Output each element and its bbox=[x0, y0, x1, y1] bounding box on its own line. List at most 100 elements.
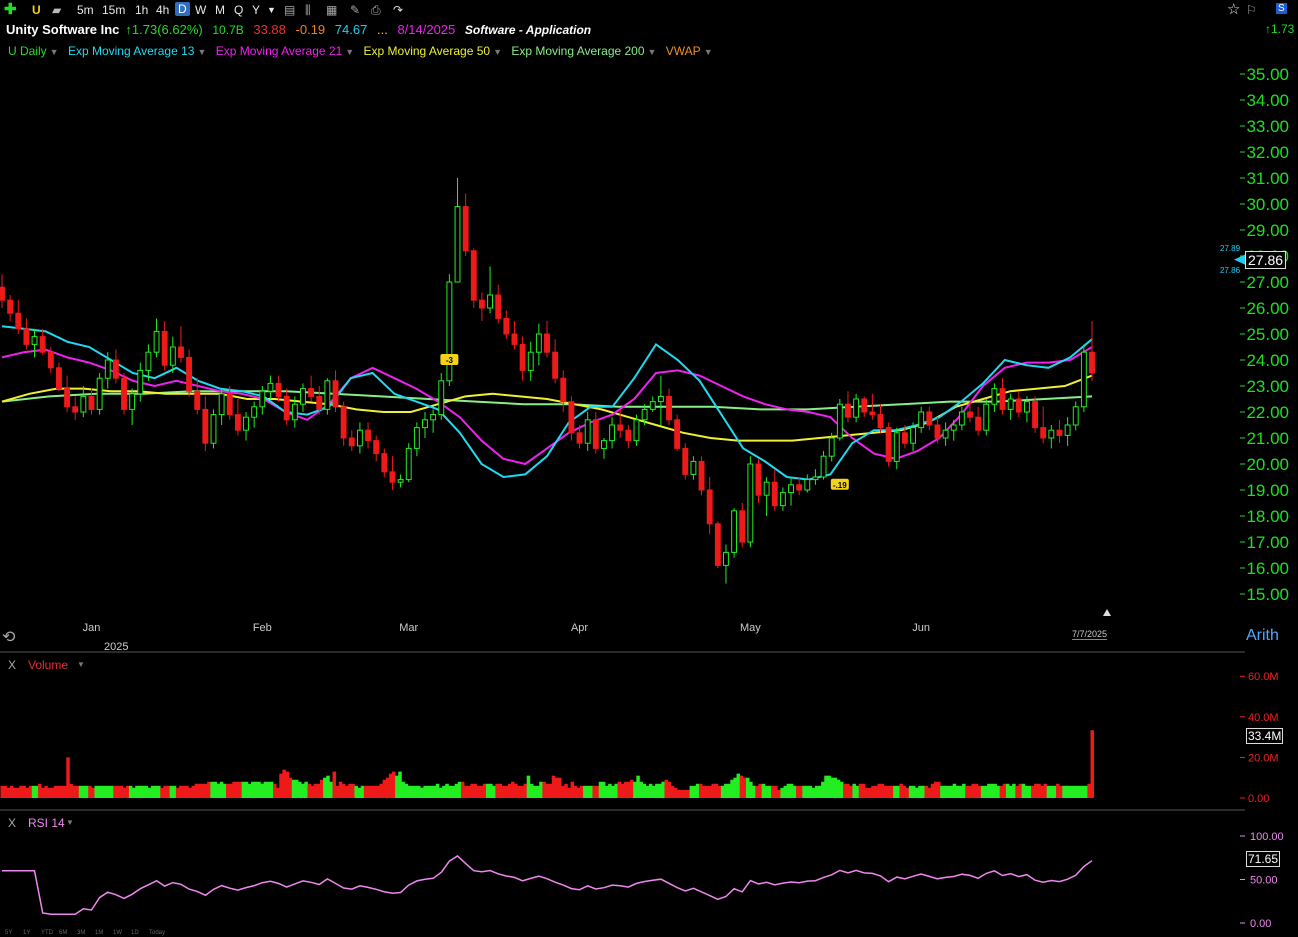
volume-bar bbox=[673, 787, 678, 798]
volume-bar bbox=[1040, 785, 1044, 798]
volume-bar bbox=[85, 785, 89, 798]
bottom-tf-ytd[interactable]: YTD bbox=[41, 930, 53, 936]
candle-body bbox=[316, 395, 323, 410]
candle-body bbox=[1056, 429, 1063, 436]
volume-bar bbox=[667, 781, 672, 798]
bottom-tf-6m[interactable]: 6M bbox=[59, 930, 67, 936]
candle-body bbox=[462, 206, 469, 252]
candle-body bbox=[137, 369, 144, 395]
candle-body bbox=[324, 380, 331, 410]
volume-close[interactable]: X bbox=[8, 658, 16, 672]
volume-bar bbox=[1084, 785, 1088, 798]
volume-bar bbox=[132, 787, 136, 798]
candle-body bbox=[64, 388, 71, 408]
volume-bar bbox=[226, 783, 230, 798]
candle-body bbox=[625, 429, 632, 442]
candle-body bbox=[7, 299, 14, 314]
volume-bar bbox=[492, 785, 496, 798]
candle-body bbox=[267, 382, 274, 392]
candle-body bbox=[243, 416, 249, 431]
chart-canvas[interactable]: 35.0034.0033.0032.0031.0030.0029.0028.00… bbox=[0, 0, 1298, 937]
volume-bar bbox=[792, 785, 797, 798]
bottom-tf-3m[interactable]: 3M bbox=[77, 930, 85, 936]
volume-bar bbox=[25, 787, 30, 798]
chevron-down-icon[interactable]: ▼ bbox=[66, 818, 74, 827]
volume-bar bbox=[830, 777, 835, 798]
volume-bar bbox=[670, 785, 675, 798]
volume-bar bbox=[677, 789, 681, 798]
candle-body bbox=[470, 250, 477, 301]
candle-body bbox=[308, 388, 315, 397]
month-label: Jan bbox=[83, 622, 101, 634]
candle-body bbox=[527, 351, 534, 371]
volume-bar bbox=[238, 781, 243, 798]
bottom-tf-1d[interactable]: 1D bbox=[131, 930, 139, 936]
price-tick-label: 17.00 bbox=[1246, 533, 1289, 552]
volume-bar bbox=[927, 787, 932, 798]
volume-bar bbox=[987, 783, 991, 798]
candle-body bbox=[275, 382, 282, 397]
candle-body bbox=[210, 414, 217, 444]
bottom-tf-today[interactable]: Today bbox=[149, 930, 165, 936]
chevron-down-icon[interactable]: ▼ bbox=[77, 660, 85, 669]
rsi-close[interactable]: X bbox=[8, 816, 16, 830]
candle-body bbox=[405, 447, 412, 481]
volume-bar bbox=[1018, 783, 1022, 798]
refresh-icon[interactable]: ⟲ bbox=[2, 627, 15, 647]
candle-body bbox=[121, 377, 127, 410]
volume-bar bbox=[1065, 785, 1069, 798]
bottom-tf-1w[interactable]: 1W bbox=[113, 930, 122, 936]
rsi-title[interactable]: RSI 14 bbox=[28, 816, 65, 830]
volume-bar bbox=[1034, 783, 1038, 798]
volume-bar bbox=[294, 779, 299, 798]
bottom-tf-1y[interactable]: 1Y bbox=[23, 930, 30, 936]
volume-bar bbox=[319, 779, 324, 798]
candle-body bbox=[186, 356, 193, 392]
volume-bar bbox=[843, 783, 847, 798]
volume-bar bbox=[645, 785, 650, 798]
candle-body bbox=[251, 406, 258, 418]
candle-body bbox=[845, 403, 851, 418]
candle-body bbox=[657, 395, 664, 403]
volume-bar bbox=[940, 785, 944, 798]
price-tick-label: 32.00 bbox=[1246, 143, 1289, 162]
price-tick-label: 35.00 bbox=[1246, 65, 1289, 84]
volume-bar bbox=[94, 785, 98, 798]
volume-bar bbox=[655, 783, 659, 798]
volume-title[interactable]: Volume bbox=[28, 658, 68, 672]
candle-body bbox=[226, 393, 233, 416]
volume-bar bbox=[689, 785, 694, 798]
volume-bar bbox=[1090, 730, 1094, 798]
candle-body bbox=[877, 414, 884, 429]
volume-bar bbox=[567, 787, 571, 798]
volume-bar bbox=[219, 781, 224, 798]
candle-body bbox=[153, 330, 160, 353]
volume-bar bbox=[952, 783, 957, 798]
scale-toggle[interactable]: Arith bbox=[1246, 627, 1279, 645]
volume-bar bbox=[194, 783, 199, 798]
candle-body bbox=[552, 351, 559, 379]
volume-bar bbox=[169, 785, 174, 798]
volume-bar bbox=[905, 787, 910, 798]
volume-tick-label: 40.0M bbox=[1248, 712, 1279, 724]
volume-bar bbox=[1081, 785, 1085, 798]
volume-bar bbox=[138, 785, 142, 798]
volume-bar bbox=[263, 781, 268, 798]
candle-body bbox=[796, 484, 803, 491]
volume-bar bbox=[398, 771, 402, 798]
candle-body bbox=[568, 401, 575, 434]
candle-body bbox=[853, 398, 860, 418]
volume-bar bbox=[864, 787, 869, 798]
candle-body bbox=[519, 343, 526, 371]
candle-body bbox=[169, 346, 176, 366]
bottom-tf-1m[interactable]: 1M bbox=[95, 930, 103, 936]
bottom-tf-5y[interactable]: 5Y bbox=[5, 930, 12, 936]
volume-bar bbox=[282, 769, 286, 798]
volume-bar bbox=[708, 785, 712, 798]
volume-bar bbox=[47, 787, 51, 798]
volume-bar bbox=[714, 783, 719, 798]
volume-bar bbox=[329, 781, 333, 798]
volume-bar bbox=[623, 781, 628, 798]
volume-bar bbox=[937, 781, 941, 798]
volume-bar bbox=[9, 785, 14, 798]
